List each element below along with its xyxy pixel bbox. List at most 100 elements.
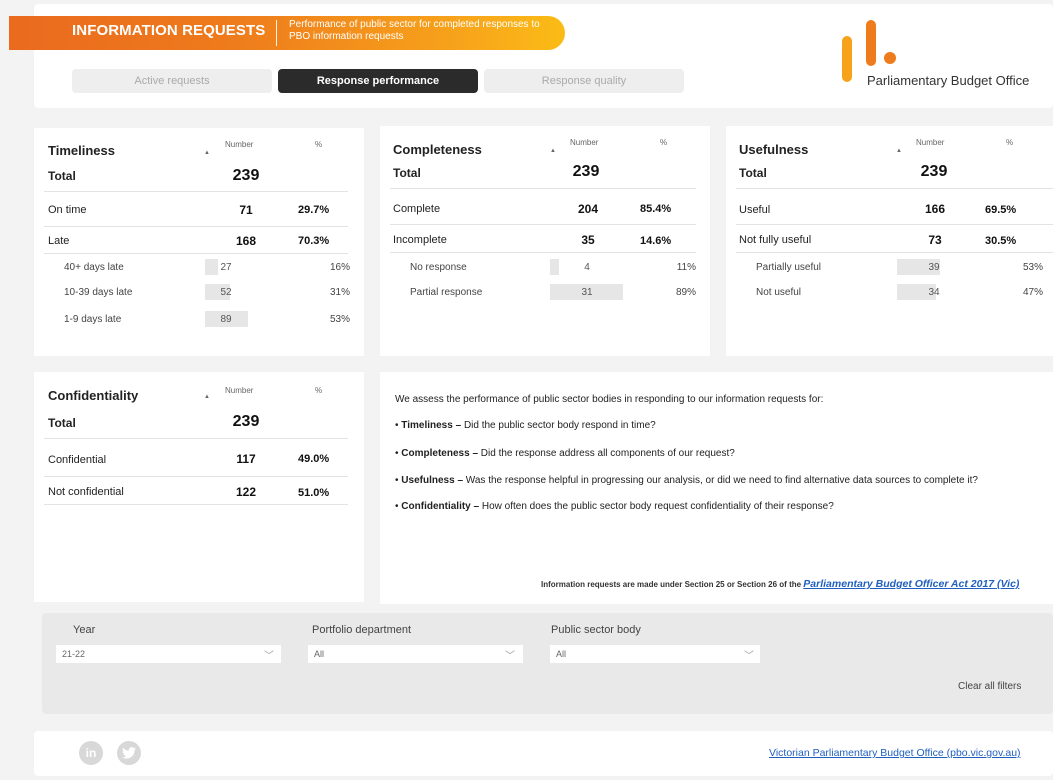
divider	[390, 252, 696, 253]
subrow-percent: 47%	[1022, 287, 1043, 298]
row-label: Not confidential	[48, 486, 124, 498]
row-percent: 85.4%	[640, 203, 672, 215]
divider	[390, 188, 696, 189]
banner-divider	[276, 20, 277, 46]
act-link[interactable]: Parliamentary Budget Officer Act 2017 (V…	[803, 578, 1019, 590]
row-number: 204	[577, 202, 599, 216]
page-subtitle: Performance of public sector for complet…	[289, 19, 540, 42]
row-label: Complete	[393, 203, 441, 215]
description-item-confidentiality: • Confidentiality – How often does the p…	[395, 501, 834, 512]
subrow-number: 52	[220, 287, 232, 298]
col-header-percent: %	[315, 140, 323, 149]
divider	[736, 224, 1053, 225]
row-number: 166	[924, 202, 946, 216]
col-header-number: Number	[225, 140, 254, 149]
total-value: 239	[572, 163, 600, 180]
subrow-label: 10-39 days late	[64, 287, 133, 298]
row-number: 35	[581, 233, 595, 247]
timeliness-title: Timeliness	[48, 143, 115, 158]
subrow-label: 40+ days late	[64, 262, 124, 273]
total-label: Total	[393, 166, 421, 180]
sort-arrow-icon[interactable]: ▲	[204, 394, 210, 400]
row-label: Not fully useful	[739, 234, 812, 246]
row-label: Useful	[739, 204, 771, 216]
description-item-completeness: • Completeness – Did the response addres…	[395, 448, 735, 459]
col-header-percent: %	[660, 138, 668, 147]
description-item-usefulness: • Usefulness – Was the response helpful …	[395, 475, 978, 486]
subrow-number: 27	[220, 262, 232, 273]
divider	[736, 252, 1053, 253]
row-label: Confidential	[48, 454, 107, 466]
subrow-number: 89	[220, 314, 232, 325]
divider	[44, 476, 348, 477]
portfolio-select[interactable]: All	[308, 645, 523, 663]
row-number: 168	[235, 234, 257, 248]
subrow-number: 4	[584, 262, 590, 273]
row-label: On time	[48, 204, 87, 216]
subrow-bar	[550, 259, 559, 275]
subrow-label: Not useful	[756, 287, 802, 298]
sort-arrow-icon[interactable]: ▲	[204, 150, 210, 156]
subrow-percent: 53%	[1022, 262, 1043, 273]
pbo-website-link[interactable]: Victorian Parliamentary Budget Office (p…	[769, 747, 1021, 759]
completeness-card: Completeness ▲ Number % Total 239 Comple…	[380, 126, 710, 356]
row-percent: 29.7%	[298, 204, 330, 216]
filter-label-portfolio: Portfolio department	[312, 624, 412, 636]
description-item-timeliness: • Timeliness – Did the public sector bod…	[395, 420, 656, 431]
total-label: Total	[48, 416, 76, 430]
subrow-label: 1-9 days late	[64, 314, 122, 325]
subrow-percent: 11%	[676, 262, 696, 273]
row-number: 73	[928, 233, 942, 247]
divider	[44, 191, 348, 192]
tab-active-requests[interactable]: Active requests	[72, 69, 272, 93]
subrow-label: No response	[410, 262, 467, 273]
tab-response-performance[interactable]: Response performance	[278, 69, 478, 93]
total-value: 239	[232, 413, 260, 430]
description-intro: We assess the performance of public sect…	[395, 394, 824, 405]
chevron-down-icon[interactable]: ﹀	[264, 647, 274, 662]
subrow-percent: 53%	[329, 314, 350, 325]
confidentiality-title: Confidentiality	[48, 388, 139, 403]
chevron-down-icon[interactable]: ﹀	[505, 647, 515, 662]
page-title: INFORMATION REQUESTS	[72, 22, 266, 39]
total-label: Total	[739, 166, 767, 180]
tab-response-quality[interactable]: Response quality	[484, 69, 684, 93]
linkedin-icon[interactable]: in	[79, 741, 103, 765]
row-label: Late	[48, 235, 70, 247]
subrow-percent: 31%	[329, 287, 350, 298]
col-header-percent: %	[315, 386, 323, 395]
confidentiality-card: Confidentiality ▲ Number % Total 239 Con…	[34, 372, 364, 602]
subrow-number: 31	[581, 287, 593, 298]
usefulness-title: Usefulness	[739, 142, 809, 157]
sort-arrow-icon[interactable]: ▲	[550, 148, 556, 154]
row-percent: 51.0%	[298, 487, 330, 499]
total-label: Total	[48, 169, 76, 183]
year-select[interactable]: 21-22	[56, 645, 281, 663]
divider	[44, 504, 348, 505]
subrow-percent: 89%	[675, 287, 696, 298]
row-percent: 14.6%	[640, 235, 672, 247]
col-header-percent: %	[1006, 138, 1014, 147]
subrow-label: Partial response	[410, 287, 483, 298]
filter-label-body: Public sector body	[551, 624, 641, 636]
description-card: We assess the performance of public sect…	[380, 372, 1053, 604]
completeness-title: Completeness	[393, 142, 482, 157]
twitter-icon[interactable]	[117, 741, 141, 765]
public-sector-body-select[interactable]: All	[550, 645, 760, 663]
subrow-label: Partially useful	[756, 262, 822, 273]
divider	[44, 438, 348, 439]
col-header-number: Number	[225, 386, 254, 395]
divider	[390, 224, 696, 225]
total-value: 239	[920, 163, 948, 180]
row-label: Incomplete	[393, 234, 447, 246]
chevron-down-icon[interactable]: ﹀	[744, 647, 754, 662]
sort-arrow-icon[interactable]: ▲	[896, 148, 902, 154]
timeliness-card: Timeliness ▲ Number % Total 239 On time …	[34, 128, 364, 356]
subrow-number: 34	[928, 287, 940, 298]
clear-filters-button[interactable]: Clear all filters	[958, 681, 1021, 692]
filters-panel: Year 21-22 ﹀ Portfolio department All ﹀ …	[42, 613, 1053, 714]
row-number: 117	[236, 452, 256, 466]
divider	[44, 253, 348, 254]
row-percent: 70.3%	[298, 235, 330, 247]
divider	[44, 226, 348, 227]
